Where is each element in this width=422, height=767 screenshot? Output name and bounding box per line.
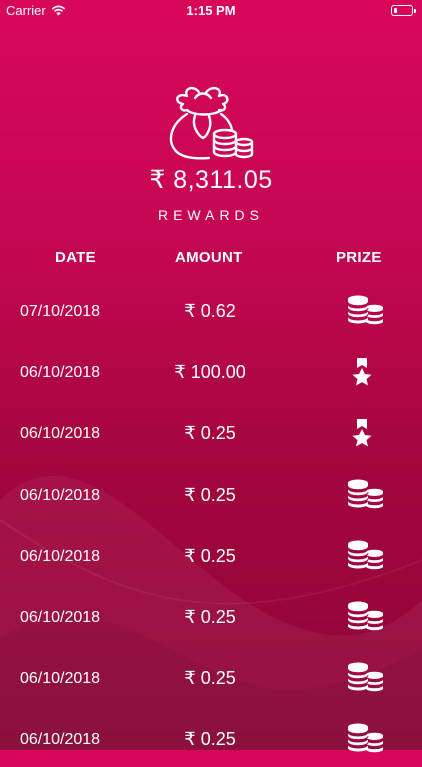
reward-row[interactable]: 06/10/2018 ₹ 0.25 <box>0 411 422 461</box>
reward-amount: ₹ 0.62 <box>184 301 236 321</box>
amount-column-header: AMOUNT <box>175 249 243 266</box>
reward-amount: ₹ 0.25 <box>184 545 236 566</box>
status-time: 1:15 PM <box>186 3 236 18</box>
reward-amount: ₹ 100.00 <box>174 362 246 383</box>
reward-amount: ₹ 0.25 <box>184 607 236 627</box>
rewards-label: REWARDS <box>157 207 265 223</box>
reward-date: 06/10/2018 <box>20 547 101 565</box>
reward-row[interactable]: 06/10/2018 ₹ 0.25 <box>0 595 422 645</box>
date-column-header: DATE <box>55 249 96 266</box>
reward-row[interactable]: 06/10/2018 ₹ 0.25 <box>0 656 422 706</box>
rewards-total: ₹ 8,311.05 <box>149 166 273 194</box>
reward-amount: ₹ 0.25 <box>184 484 236 505</box>
battery-icon <box>391 5 416 16</box>
reward-amount: ₹ 0.25 <box>184 668 236 689</box>
reward-row[interactable]: 06/10/2018 ₹ 0.25 <box>0 534 422 584</box>
money-bag-with-coins-icon <box>169 86 254 160</box>
coins-icon <box>340 660 384 696</box>
coins-icon <box>340 477 384 513</box>
reward-row[interactable]: 07/10/2018 ₹ 0.62 <box>0 289 422 339</box>
reward-amount: ₹ 0.25 <box>184 729 236 750</box>
reward-date: 07/10/2018 <box>20 303 101 320</box>
reward-row[interactable]: 06/10/2018 ₹ 0.25 <box>0 717 422 767</box>
status-bar: Carrier 1:15 PM <box>0 0 422 22</box>
reward-date: 06/10/2018 <box>20 425 101 443</box>
medal-icon <box>340 354 384 390</box>
reward-date: 06/10/2018 <box>20 731 101 749</box>
prize-column-header: PRIZE <box>336 249 382 266</box>
coins-icon <box>340 721 384 757</box>
reward-date: 06/10/2018 <box>20 486 101 504</box>
reward-row[interactable]: 06/10/2018 ₹ 100.00 <box>0 350 422 400</box>
reward-date: 06/10/2018 <box>20 670 101 688</box>
coins-icon <box>340 538 384 574</box>
medal-icon <box>340 415 384 451</box>
coins-icon <box>340 293 384 329</box>
reward-row[interactable]: 06/10/2018 ₹ 0.25 <box>0 473 422 523</box>
reward-amount: ₹ 0.25 <box>184 423 236 444</box>
reward-date: 06/10/2018 <box>20 609 101 626</box>
reward-date: 06/10/2018 <box>20 364 101 382</box>
coins-icon <box>340 599 384 635</box>
